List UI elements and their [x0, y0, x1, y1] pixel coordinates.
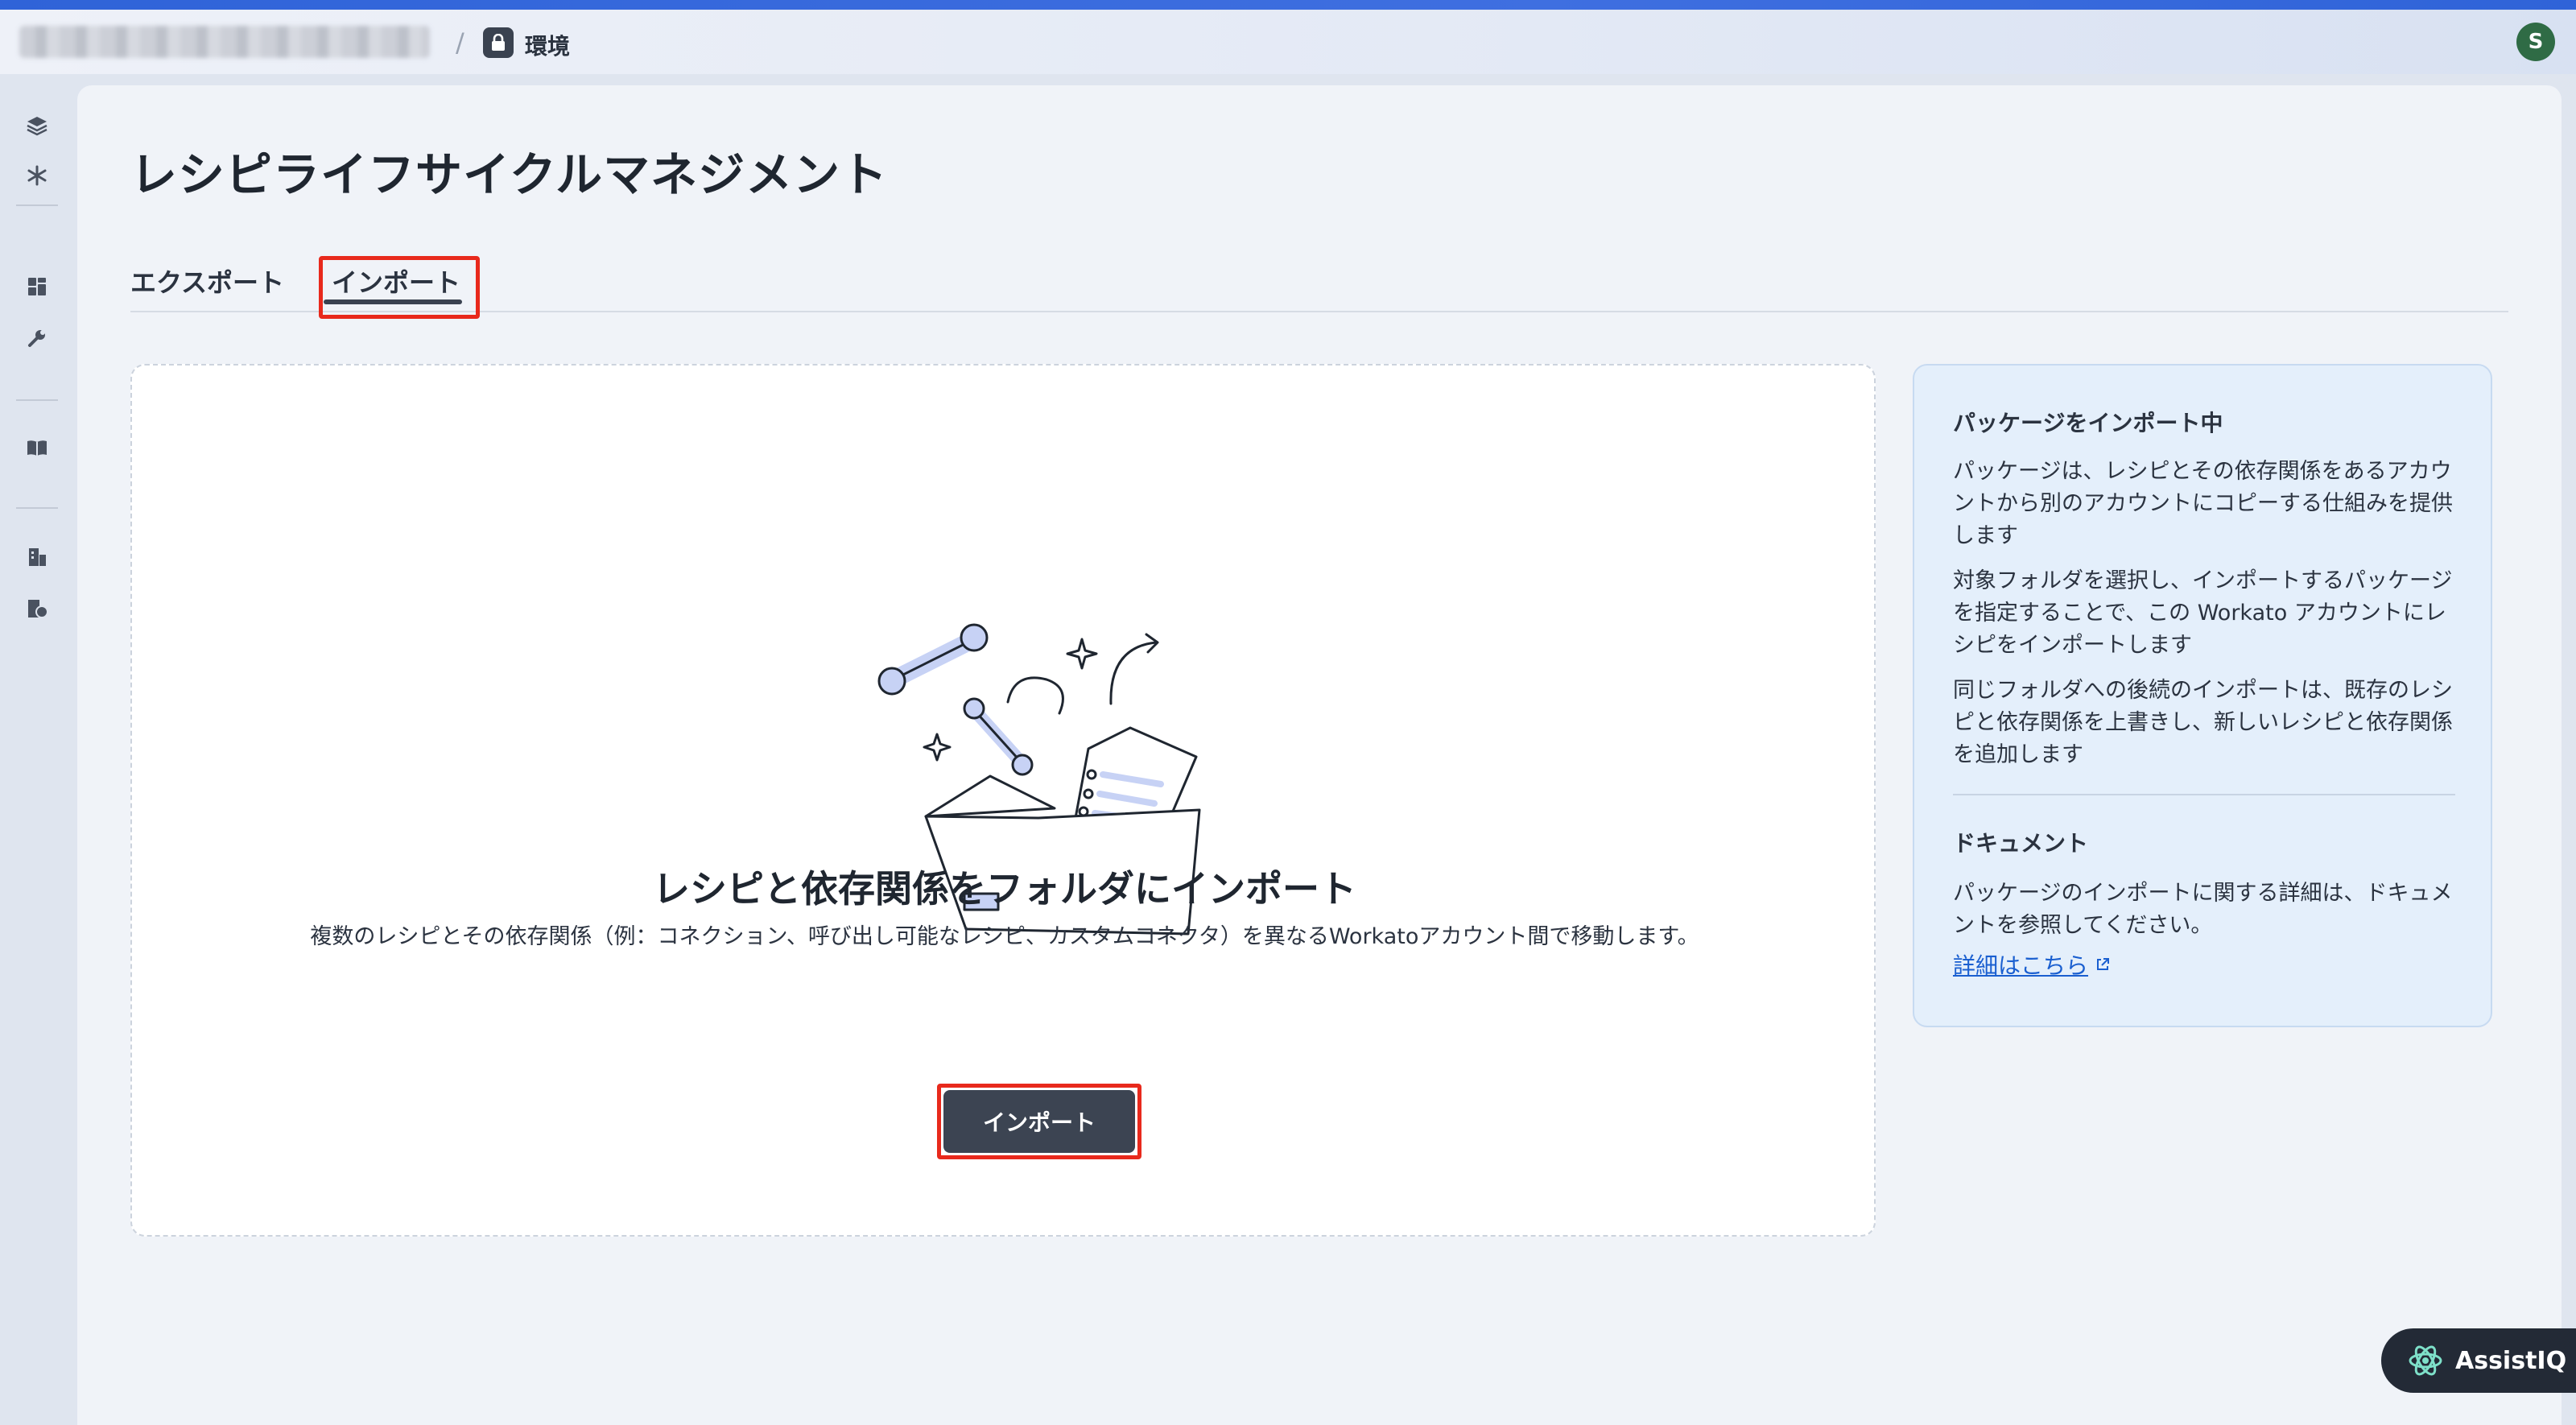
- info-paragraph: 同じフォルダへの後続のインポートは、既存のレシピと依存関係を上書きし、新しいレシ…: [1953, 678, 2453, 767]
- info-panel: パッケージをインポート中 パッケージは、レシピとその依存関係をあるアカウントから…: [1913, 364, 2492, 1027]
- dashboard-icon[interactable]: [23, 272, 52, 301]
- import-card-title: レシピと依存関係をフォルダにインポート: [653, 867, 1356, 911]
- layers-icon[interactable]: [23, 111, 52, 140]
- sidebar-divider: [16, 204, 58, 206]
- environment-label[interactable]: 環境: [525, 29, 570, 61]
- import-card-description: 複数のレシピとその依存関係（例：コネクション、呼び出し可能なレシピ、カスタムコネ…: [310, 924, 1699, 949]
- wrench-icon[interactable]: [23, 324, 52, 353]
- billing-icon[interactable]: [23, 594, 52, 623]
- snowflake-icon[interactable]: [23, 161, 52, 190]
- breadcrumb-separator: /: [456, 27, 464, 58]
- tab-bar: エクスポート インポート: [130, 254, 2508, 312]
- sidebar-divider: [16, 399, 58, 401]
- info-heading: パッケージをインポート中: [1953, 410, 2223, 436]
- breadcrumb-blurred[interactable]: [19, 26, 430, 58]
- top-accent-bar: [0, 0, 2576, 10]
- sidebar: [0, 74, 74, 1425]
- button-highlight-box: [937, 1084, 1141, 1159]
- top-bar: / 環境 S: [0, 10, 2576, 74]
- lock-icon: [483, 27, 514, 58]
- tab-highlight-box: [319, 256, 480, 319]
- info-divider: [1953, 794, 2455, 795]
- tab-export[interactable]: エクスポート: [130, 262, 284, 299]
- docs-link-label[interactable]: 詳細はこちら: [1953, 948, 2088, 981]
- main-content: レシピライフサイクルマネジメント エクスポート インポート レシピと依存関係をフ…: [77, 85, 2562, 1425]
- sidebar-divider: [16, 507, 58, 509]
- book-icon[interactable]: [23, 433, 52, 462]
- assistiq-label: AssistIQ: [2455, 1346, 2567, 1375]
- info-paragraph: パッケージは、レシピとその依存関係をあるアカウントから別のアカウントにコピーする…: [1953, 459, 2453, 548]
- external-link-icon: [2097, 958, 2110, 970]
- page-title: レシピライフサイクルマネジメント: [130, 147, 889, 202]
- info-paragraph: 対象フォルダを選択し、インポートするパッケージを指定することで、この Worka…: [1953, 568, 2453, 658]
- docs-heading: ドキュメント: [1953, 830, 2089, 857]
- building-icon[interactable]: [23, 543, 52, 572]
- assistiq-button[interactable]: AssistIQ: [2381, 1328, 2576, 1393]
- docs-link[interactable]: 詳細はこちら: [1953, 948, 2111, 981]
- import-card: レシピと依存関係をフォルダにインポート 複数のレシピとその依存関係（例：コネクシ…: [130, 364, 1876, 1237]
- atom-icon: [2409, 1345, 2442, 1376]
- user-avatar[interactable]: S: [2516, 23, 2555, 61]
- docs-text: パッケージのインポートに関する詳細は、ドキュメントを参照してください。: [1953, 881, 2453, 938]
